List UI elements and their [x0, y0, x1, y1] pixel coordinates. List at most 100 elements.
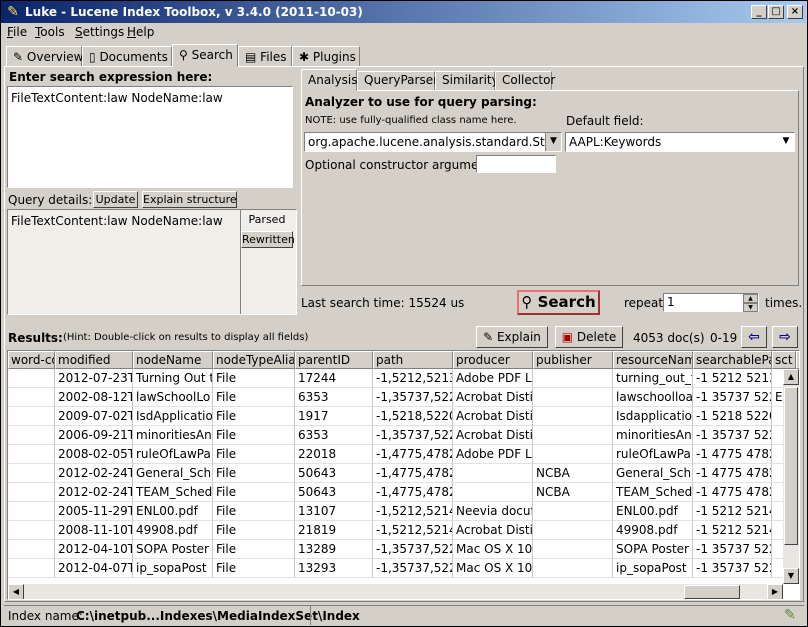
menu-help[interactable]: Help [127, 25, 154, 39]
table-cell: lawSchoolLo [133, 388, 213, 407]
horizontal-scroll-thumb[interactable] [684, 585, 740, 599]
times-label: times. [765, 296, 803, 310]
table-cell [533, 521, 613, 540]
scroll-up-icon[interactable]: ▲ [783, 369, 799, 385]
scroll-down-icon[interactable]: ▼ [783, 568, 799, 584]
documents-icon: ▯ [89, 50, 96, 64]
table-cell: ip_sopaPost [133, 559, 213, 578]
prev-page-button[interactable]: ⇦ [741, 326, 767, 348]
update-button[interactable]: Update [93, 191, 138, 208]
maximize-button[interactable]: □ [768, 5, 784, 19]
optional-arg-label: Optional constructor argument: [305, 158, 495, 172]
table-cell: minoritiesAn [133, 426, 213, 445]
table-row[interactable]: 2012-07-23T Turning Out t File 17244 -1,5212… [8, 369, 783, 388]
table-row[interactable]: 2008-02-05T ruleOfLawPa File 22018 -1,4775,4… [8, 445, 783, 464]
delete-button[interactable]: ▣ Delete [555, 326, 623, 348]
table-row[interactable]: 2009-07-02T IsdApplicatio File 1917 -1,5218,… [8, 407, 783, 426]
column-header[interactable]: producer [453, 351, 533, 369]
explain-button[interactable]: ✎ Explain [476, 326, 548, 348]
tab-analysis[interactable]: Analysis [301, 69, 357, 91]
optional-arg-input[interactable] [476, 155, 556, 173]
table-cell: -1,4775,4782 [373, 483, 453, 502]
column-header[interactable]: modified [55, 351, 133, 369]
table-cell: -1 4775 4782 [693, 464, 772, 483]
table-cell: SOPA Poster [613, 540, 693, 559]
table-row[interactable]: 2012-04-07T ip_sopaPost File 13293 -1,35737,… [8, 559, 783, 578]
table-row[interactable]: 2006-09-21T minoritiesAn File 6353 -1,35737,… [8, 426, 783, 445]
table-cell: File [213, 445, 295, 464]
status-bar: Index name: C:\inetpub...Indexes\MediaIn… [4, 605, 804, 625]
tab-collector[interactable]: Collector [495, 71, 555, 90]
spinner-up-icon[interactable]: ▲ [743, 294, 758, 303]
column-header[interactable]: resourceName [613, 351, 693, 369]
column-header[interactable]: sct [772, 351, 796, 369]
table-row[interactable]: 2008-11-10T 49908.pdf File 21819 -1,5212,521… [8, 521, 783, 540]
table-row[interactable]: 2012-04-10T SOPA Poster File 13289 -1,35737,… [8, 540, 783, 559]
table-row[interactable]: 2005-11-29T ENL00.pdf File 13107 -1,5212,521… [8, 502, 783, 521]
close-button[interactable]: × [787, 5, 803, 19]
table-row[interactable]: 2012-02-24T TEAM_Sched File 50643 -1,4775,47… [8, 483, 783, 502]
minimize-button[interactable]: _ [751, 5, 767, 19]
table-row[interactable]: 2012-02-24T General_Sch File 50643 -1,4775,4… [8, 464, 783, 483]
search-expression-input[interactable]: FileTextContent:law NodeName:law [7, 86, 293, 188]
tab-search[interactable]: ⚲ Search [172, 44, 238, 67]
vertical-scrollbar[interactable]: ▲ ▼ [783, 369, 799, 584]
table-cell: -1,4775,4782 [373, 445, 453, 464]
column-header[interactable]: searchablePa [693, 351, 772, 369]
horizontal-scrollbar[interactable]: ◀ ▶ [8, 584, 783, 599]
tab-overview[interactable]: ✎ Overview [6, 46, 83, 67]
table-cell: File [213, 407, 295, 426]
menu-tools[interactable]: Tools [35, 25, 65, 39]
table-cell: Acrobat Distil [453, 426, 533, 445]
table-cell [772, 407, 783, 426]
tab-queryparser[interactable]: QueryParser [357, 71, 438, 90]
table-cell [772, 426, 783, 445]
spinner-down-icon[interactable]: ▼ [743, 303, 758, 312]
scroll-left-icon[interactable]: ◀ [8, 584, 24, 599]
table-cell: Acrobat Distil [453, 407, 533, 426]
tab-files[interactable]: ▤ Files [238, 46, 292, 67]
table-cell [772, 502, 783, 521]
title-bar[interactable]: ✎ Luke - Lucene Index Toolbox, v 3.4.0 (… [1, 1, 806, 23]
table-row[interactable]: 2002-08-12T lawSchoolLo File 6353 -1,35737,5… [8, 388, 783, 407]
table-cell: File [213, 464, 295, 483]
menu-settings[interactable]: Settings [75, 25, 124, 39]
table-cell [772, 483, 783, 502]
vertical-scroll-thumb[interactable] [784, 387, 798, 545]
tab-documents[interactable]: ▯ Documents [82, 46, 172, 67]
table-cell: 2005-11-29T [55, 502, 133, 521]
column-header[interactable]: nodeName [133, 351, 213, 369]
tab-similarity[interactable]: Similarity [435, 71, 499, 90]
query-details-text: FileTextContent:law NodeName:law [11, 214, 223, 228]
table-cell: 2012-07-23T [55, 369, 133, 388]
table-cell: -1,35737,522 [373, 559, 453, 578]
search-button[interactable]: ⚲ Search [517, 290, 600, 315]
explain-icon: ✎ [483, 330, 494, 344]
column-header[interactable]: word-cou [8, 351, 55, 369]
table-cell: 2008-02-05T [55, 445, 133, 464]
analyzer-select[interactable]: org.apache.lucene.analysis.standard.Stan… [304, 132, 562, 152]
rewritten-tab[interactable]: Rewritten [241, 231, 295, 248]
tab-plugins[interactable]: ✱ Plugins [292, 46, 360, 67]
table-cell: -1,5218,5220 [373, 407, 453, 426]
chevron-down-icon[interactable]: ▼ [545, 133, 561, 151]
chevron-down-icon[interactable]: ▼ [778, 133, 794, 151]
next-page-button[interactable]: ⇨ [772, 326, 798, 348]
table-cell: File [213, 521, 295, 540]
column-header[interactable]: nodeTypeAlias [213, 351, 295, 369]
column-header[interactable]: publisher [533, 351, 613, 369]
table-cell [8, 464, 55, 483]
table-cell [533, 540, 613, 559]
menu-file[interactable]: File [7, 25, 27, 39]
column-header[interactable]: path [373, 351, 453, 369]
column-header[interactable]: ( [796, 351, 799, 369]
files-icon: ▤ [245, 50, 257, 64]
explain-structure-button[interactable]: Explain structure [142, 191, 237, 208]
last-search-time: Last search time: 15524 us [301, 296, 465, 310]
table-cell: ruleOfLawPa [613, 445, 693, 464]
column-header[interactable]: parentID [295, 351, 373, 369]
parsed-tab[interactable]: Parsed [241, 213, 293, 229]
scroll-right-icon[interactable]: ▶ [767, 584, 783, 599]
default-field-select[interactable]: AAPL:Keywords ▼ [565, 132, 795, 152]
table-cell [533, 388, 613, 407]
